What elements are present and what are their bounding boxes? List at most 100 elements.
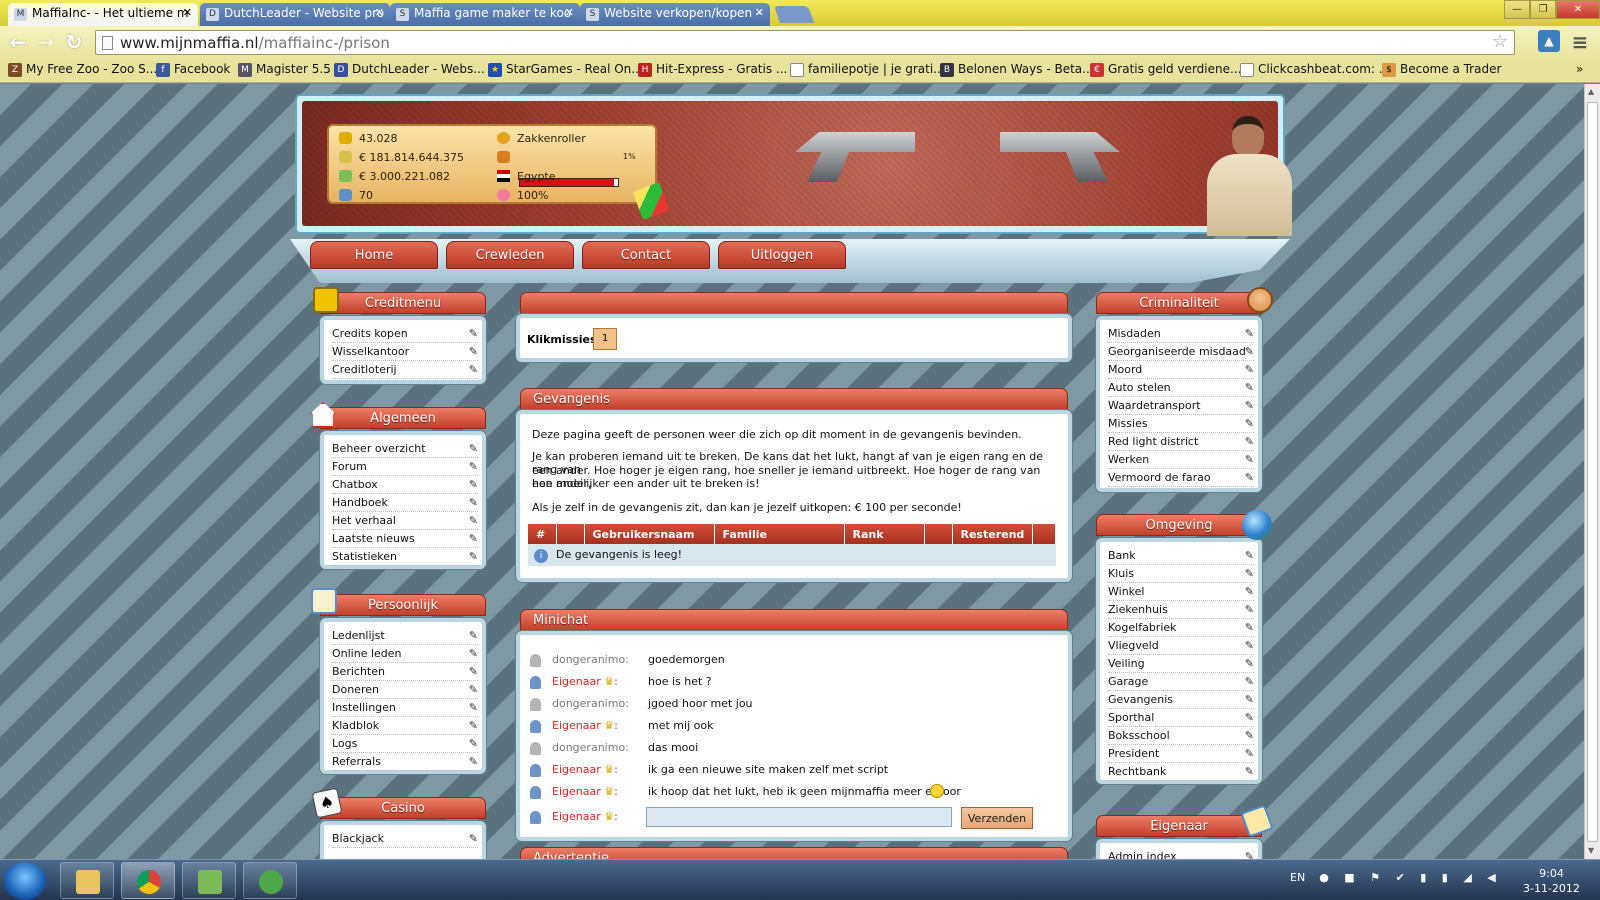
klikmissies-count[interactable]: 1 (593, 328, 617, 350)
menu-item-garage[interactable]: Garage ✎ (1108, 674, 1254, 691)
back-arrow-icon[interactable]: ← (6, 31, 30, 55)
tray-icons[interactable]: ● ■ ⚑ ✔ ▮ ▮ ◢ ◀ (1319, 871, 1502, 884)
taskbar-explorer[interactable] (60, 862, 114, 899)
scrollbar-thumb[interactable] (1587, 102, 1598, 842)
menu-item-ledenlijst[interactable]: Ledenlijst ✎ (332, 628, 478, 645)
menu-item-online-leden[interactable]: Online leden ✎ (332, 646, 478, 663)
menu-item-statistieken[interactable]: Statistieken ✎ (332, 549, 478, 566)
col-gebruikersnaam[interactable]: Gebruikersnaam (584, 524, 715, 544)
menu-item-auto-stelen[interactable]: Auto stelen ✎ (1108, 380, 1254, 397)
menu-item-veiling[interactable]: Veiling ✎ (1108, 656, 1254, 673)
forward-arrow-icon[interactable]: → (34, 31, 58, 55)
send-button[interactable]: Verzenden (961, 807, 1033, 829)
bookmarks-overflow-icon[interactable]: » (1576, 62, 1583, 76)
close-tab-icon[interactable]: ✕ (183, 6, 192, 19)
chat-username[interactable]: dongeranimo: (552, 652, 629, 668)
menu-item-misdaden[interactable]: Misdaden ✎ (1108, 326, 1254, 343)
menu-item-werken[interactable]: Werken ✎ (1108, 452, 1254, 469)
bookmark-item[interactable]: familiepotje | je grati... (790, 62, 945, 77)
menu-item-berichten[interactable]: Berichten ✎ (332, 664, 478, 681)
menu-crewleden[interactable]: Crewleden (446, 241, 574, 269)
bookmark-item[interactable]: M Magister 5.5 (238, 62, 331, 77)
bookmark-item[interactable]: ★ StarGames - Real On... (488, 62, 643, 77)
menu-item-bank[interactable]: Bank ✎ (1108, 548, 1254, 565)
reload-icon[interactable]: ↻ (62, 31, 86, 55)
address-bar[interactable]: www.mijnmaffia.nl/maffiainc-/prison ☆ (95, 30, 1515, 55)
menu-item-red-light-district[interactable]: Red light district ✎ (1108, 434, 1254, 451)
taskbar-chrome[interactable] (121, 862, 175, 899)
menu-item-forum[interactable]: Forum ✎ (332, 459, 478, 476)
bookmark-item[interactable]: B Belonen Ways - Beta... (940, 62, 1094, 77)
chat-message-input[interactable] (646, 807, 952, 827)
col-rank[interactable]: Rank (844, 524, 925, 544)
scroll-up-icon[interactable]: ▲ (1588, 87, 1594, 96)
menu-item-sporthal[interactable]: Sporthal ✎ (1108, 710, 1254, 727)
menu-item-beheer-overzicht[interactable]: Beheer overzicht ✎ (332, 441, 478, 458)
taskbar-clock[interactable]: 9:04 3-11-2012 (1523, 866, 1580, 896)
col-familie[interactable]: Familie (714, 524, 845, 544)
menu-item-logs[interactable]: Logs ✎ (332, 736, 478, 753)
close-tab-icon[interactable]: ✕ (375, 6, 384, 19)
menu-item-kluis[interactable]: Kluis ✎ (1108, 566, 1254, 583)
tab-dutchleader[interactable]: D DutchLeader - Website pro ✕ (200, 3, 390, 26)
menu-item-admin-index[interactable]: Admin index ✎ (1108, 849, 1254, 859)
menu-item-kladblok[interactable]: Kladblok ✎ (332, 718, 478, 735)
menu-item-moord[interactable]: Moord ✎ (1108, 362, 1254, 379)
wrench-menu-icon[interactable]: ≡ (1568, 31, 1592, 55)
menu-item-chatbox[interactable]: Chatbox ✎ (332, 477, 478, 494)
menu-item-blackjack[interactable]: Blackjack ✎ (332, 831, 478, 848)
menu-item-referrals[interactable]: Referrals ✎ (332, 754, 478, 771)
menu-item-winkel[interactable]: Winkel ✎ (1108, 584, 1254, 601)
menu-item-wisselkantoor[interactable]: Wisselkantoor ✎ (332, 344, 478, 361)
menu-item-creditloterij[interactable]: Creditloterij ✎ (332, 362, 478, 379)
menu-item-handboek[interactable]: Handboek ✎ (332, 495, 478, 512)
bookmark-item[interactable]: Z My Free Zoo - Zoo S... (8, 62, 157, 77)
extension-icon[interactable]: ▲ (1538, 30, 1560, 52)
menu-item-kogelfabriek[interactable]: Kogelfabriek ✎ (1108, 620, 1254, 637)
menu-item-waardetransport[interactable]: Waardetransport ✎ (1108, 398, 1254, 415)
maximize-button[interactable]: ❐ (1530, 0, 1556, 19)
bookmark-item[interactable]: D DutchLeader - Webs... (334, 62, 485, 77)
menu-item-instellingen[interactable]: Instellingen ✎ (332, 700, 478, 717)
col-resterend[interactable]: Resterend (952, 524, 1033, 544)
start-button[interactable] (4, 862, 46, 900)
chat-username[interactable]: Eigenaar ♛: (552, 674, 618, 690)
language-indicator[interactable]: EN (1290, 871, 1305, 884)
menu-home[interactable]: Home (310, 241, 438, 269)
close-tab-icon[interactable]: ✕ (755, 6, 764, 19)
chat-username[interactable]: Eigenaar ♛: (552, 718, 618, 734)
taskbar-users-app[interactable] (243, 862, 297, 899)
close-tab-icon[interactable]: ✕ (565, 6, 574, 19)
menu-item-ziekenhuis[interactable]: Ziekenhuis ✎ (1108, 602, 1254, 619)
bookmark-item[interactable]: f Facebook (156, 62, 230, 77)
menu-item-boksschool[interactable]: Boksschool ✎ (1108, 728, 1254, 745)
menu-item-laatste-nieuws[interactable]: Laatste nieuws ✎ (332, 531, 478, 548)
menu-item-rechtbank[interactable]: Rechtbank ✎ (1108, 764, 1254, 781)
bookmark-item[interactable]: H Hit-Express - Gratis ... (638, 62, 787, 77)
close-window-button[interactable]: ✕ (1556, 0, 1600, 19)
menu-uitloggen[interactable]: Uitloggen (718, 241, 846, 269)
menu-item-credits-kopen[interactable]: Credits kopen ✎ (332, 326, 478, 343)
menu-item-het-verhaal[interactable]: Het verhaal ✎ (332, 513, 478, 530)
menu-item-vliegveld[interactable]: Vliegveld ✎ (1108, 638, 1254, 655)
chat-username[interactable]: dongeranimo: (552, 740, 629, 756)
chat-username[interactable]: Eigenaar ♛: (552, 762, 618, 778)
minimize-button[interactable]: — (1504, 0, 1530, 19)
chat-username[interactable]: dongeranimo: (552, 696, 629, 712)
vertical-scrollbar[interactable]: ▲ ▼ (1584, 84, 1600, 859)
tab-maffiainc[interactable]: M MaffiaInc- - Het ultieme m ✕ (8, 3, 198, 27)
menu-item-doneren[interactable]: Doneren ✎ (332, 682, 478, 699)
tab-website-verkopen[interactable]: S Website verkopen/kopen - ✕ (580, 3, 770, 26)
menu-contact[interactable]: Contact (582, 241, 710, 269)
menu-item-missies[interactable]: Missies ✎ (1108, 416, 1254, 433)
bookmark-item[interactable]: Clickcashbeat.com: ... (1240, 62, 1390, 77)
tab-maffia-game-maker[interactable]: S Maffia game maker te koo ✕ (390, 3, 580, 26)
bookmark-item[interactable]: $ Become a Trader (1382, 62, 1501, 77)
bookmark-star-icon[interactable]: ☆ (1492, 31, 1508, 52)
bookmark-item[interactable]: € Gratis geld verdiene... (1090, 62, 1241, 77)
menu-item-georganiseerde-misdaad[interactable]: Georganiseerde misdaad ✎ (1108, 344, 1254, 361)
chat-username[interactable]: Eigenaar ♛: (552, 784, 618, 800)
menu-item-president[interactable]: President ✎ (1108, 746, 1254, 763)
menu-item-vermoord-de-farao[interactable]: Vermoord de farao ✎ (1108, 470, 1254, 487)
new-tab-button[interactable] (773, 6, 815, 23)
